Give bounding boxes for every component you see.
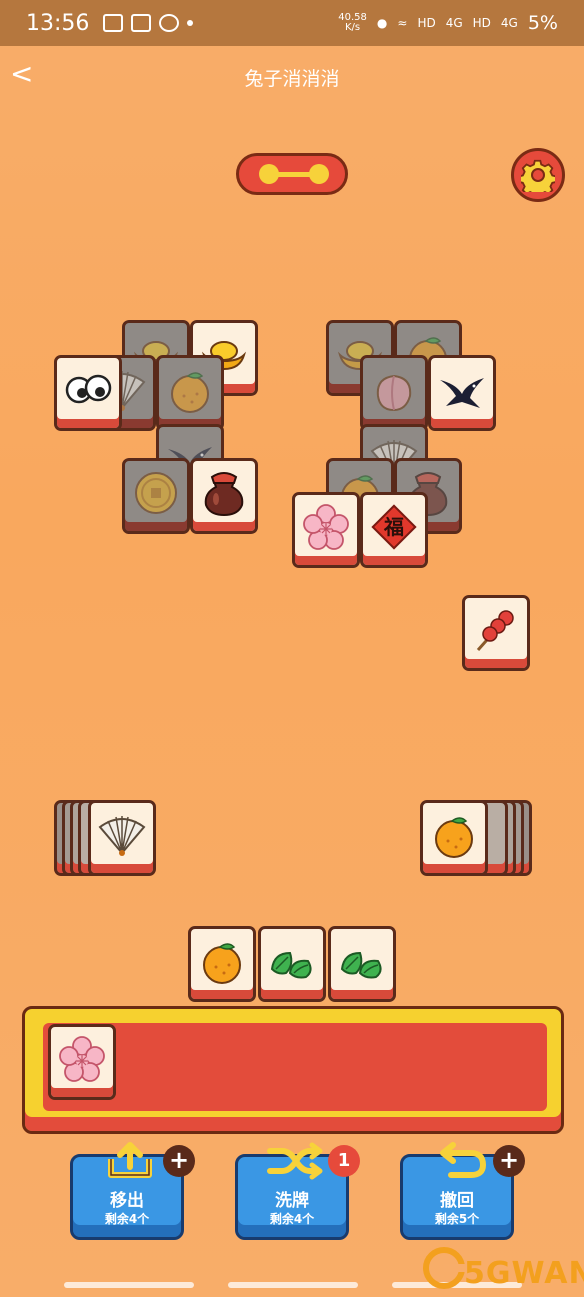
undo-plus-button[interactable]: +: [493, 1145, 525, 1177]
folding-fan-icon: [96, 809, 148, 861]
googly-eyes-icon: [62, 364, 114, 416]
tray-tile-plum-blossom: [48, 1024, 116, 1100]
undo-icon: [440, 1142, 487, 1178]
header: < 兔子消消消: [0, 54, 584, 98]
move-out-button[interactable]: 移出 剩余4个 +: [70, 1142, 195, 1240]
tile-gold-coin: [122, 458, 190, 534]
shuffle-label: 洗牌: [275, 1191, 309, 1211]
gold-coin-icon: [130, 467, 182, 519]
network-speed: 40.58 K/s: [338, 13, 367, 33]
tile-swallow-bird[interactable]: [428, 355, 496, 431]
gallery-icon: [103, 14, 124, 32]
tile-leaf[interactable]: [328, 926, 396, 1002]
status-time: 13:56: [26, 10, 90, 36]
move-out-icon: [108, 1142, 152, 1178]
page-title: 兔子消消消: [244, 68, 340, 90]
nav-bar-left[interactable]: [64, 1282, 194, 1288]
status-bar: 13:56 40.58 K/s ● ≈ HD 4G HD 4G 5%: [0, 0, 584, 46]
progress-indicator: [236, 153, 348, 195]
peach-icon: [368, 364, 420, 416]
plum-blossom-icon: [56, 1033, 108, 1085]
tile-orange[interactable]: [188, 926, 256, 1002]
fu-character-icon: 福: [368, 501, 420, 553]
leaf-icon: [266, 935, 318, 987]
signal-4g-1: 4G: [445, 16, 463, 30]
tile-orange: [156, 355, 224, 431]
fu-character-text: 福: [383, 515, 404, 539]
signal-4g-2: 4G: [500, 16, 518, 30]
battery-level: 5%: [527, 12, 558, 34]
move-out-plus-button[interactable]: +: [163, 1145, 195, 1177]
undo-label: 撤回: [440, 1191, 474, 1211]
location-icon: ●: [376, 16, 388, 30]
watermark-text: 5GWAN: [464, 1256, 584, 1291]
tile-candied-haws[interactable]: [462, 595, 530, 671]
move-out-label: 移出: [110, 1191, 144, 1211]
wine-jar-icon: [198, 467, 250, 519]
shuffle-count-badge: 1: [328, 1145, 360, 1177]
undo-remaining: 剩余5个: [434, 1212, 480, 1226]
settings-button[interactable]: [511, 148, 565, 202]
undo-button[interactable]: 撤回 剩余5个 +: [400, 1142, 525, 1240]
move-out-remaining: 剩余4个: [104, 1212, 150, 1226]
tile-orange[interactable]: [420, 800, 488, 876]
hd-label-1: HD: [417, 16, 436, 30]
tile-fu-character[interactable]: 福: [360, 492, 428, 568]
gear-icon: [521, 159, 555, 192]
document-icon: [131, 14, 152, 32]
wifi-icon: ≈: [397, 16, 408, 30]
watermark: 5GWAN: [420, 1240, 584, 1294]
network-speed-unit: K/s: [345, 22, 361, 33]
progress-node-end: [309, 164, 329, 184]
tile-leaf[interactable]: [258, 926, 326, 1002]
tile-googly-eyes[interactable]: [54, 355, 122, 431]
swallow-bird-icon: [436, 364, 488, 416]
plum-blossom-icon: [300, 501, 352, 553]
orange-icon: [196, 935, 248, 987]
hd-label-2: HD: [472, 16, 491, 30]
tile-plum-blossom[interactable]: [292, 492, 360, 568]
shuffle-icon: [267, 1142, 323, 1180]
watermark-logo-icon: [423, 1247, 466, 1289]
tray-slots: [43, 1023, 547, 1111]
shuffle-button[interactable]: 洗牌 剩余4个 1: [235, 1142, 360, 1240]
orange-icon: [428, 809, 480, 861]
chat-icon: [159, 14, 180, 32]
orange-icon: [164, 364, 216, 416]
tile-folding-fan[interactable]: [88, 800, 156, 876]
tile-wine-jar[interactable]: [190, 458, 258, 534]
shuffle-remaining: 剩余4个: [269, 1212, 315, 1226]
tile-peach: [360, 355, 428, 431]
more-dot-icon: [187, 20, 194, 26]
nav-bar-center[interactable]: [228, 1282, 358, 1288]
leaf-icon: [336, 935, 388, 987]
candied-haws-icon: [470, 604, 522, 656]
